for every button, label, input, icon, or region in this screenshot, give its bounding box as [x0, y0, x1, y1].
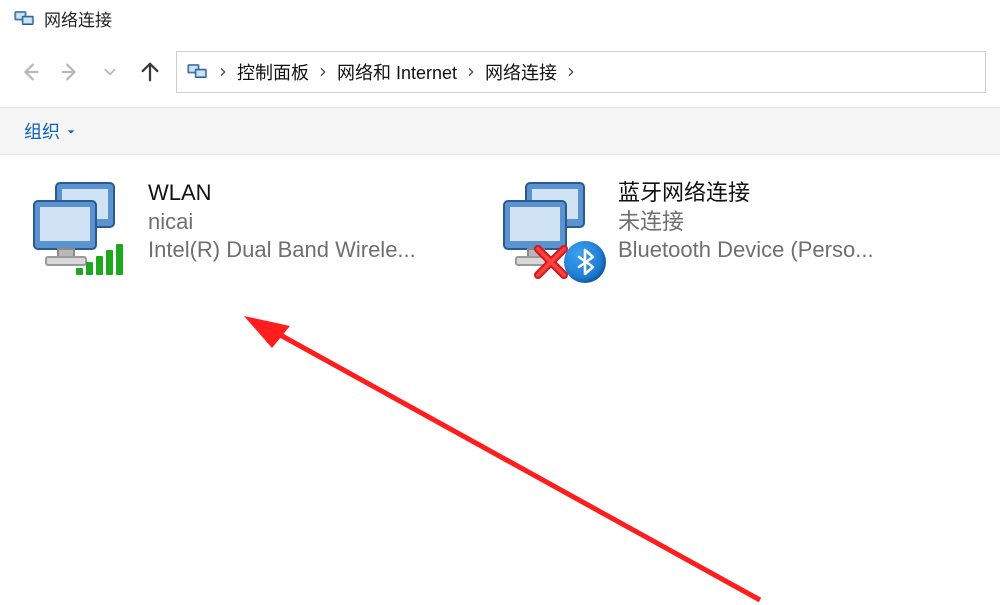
- connection-texts: WLAN nicai Intel(R) Dual Band Wirele...: [148, 179, 416, 265]
- content-area: WLAN nicai Intel(R) Dual Band Wirele...: [0, 155, 1000, 303]
- arrow-right-icon: [59, 61, 81, 83]
- chevron-down-icon: [103, 65, 117, 79]
- chevron-right-icon[interactable]: [463, 65, 479, 79]
- caret-down-icon: [66, 121, 76, 142]
- connection-device: Intel(R) Dual Band Wirele...: [148, 236, 416, 265]
- connection-status: nicai: [148, 208, 416, 237]
- chevron-right-icon[interactable]: [315, 65, 331, 79]
- network-adapter-icon: [26, 179, 130, 279]
- window-titlebar: 网络连接: [0, 0, 1000, 39]
- organize-menu-button[interactable]: 组织: [16, 112, 84, 150]
- connection-status: 未连接: [618, 208, 874, 237]
- connection-item-bluetooth[interactable]: 蓝牙网络连接 未连接 Bluetooth Device (Perso...: [490, 173, 930, 285]
- breadcrumb-item[interactable]: 网络和 Internet: [331, 55, 463, 89]
- navigation-bar: 控制面板 网络和 Internet 网络连接: [0, 39, 1000, 107]
- nav-recent-button[interactable]: [96, 58, 124, 86]
- bluetooth-icon: [564, 241, 606, 283]
- address-bar[interactable]: 控制面板 网络和 Internet 网络连接: [176, 51, 986, 93]
- arrow-left-icon: [19, 61, 41, 83]
- wifi-signal-icon: [76, 245, 126, 275]
- connection-device: Bluetooth Device (Perso...: [618, 236, 874, 265]
- breadcrumb-item[interactable]: 控制面板: [231, 55, 315, 89]
- chevron-right-icon[interactable]: [563, 65, 579, 79]
- connection-title: WLAN: [148, 179, 416, 208]
- command-bar: 组织: [0, 107, 1000, 155]
- connections-list: WLAN nicai Intel(R) Dual Band Wirele...: [20, 173, 980, 285]
- network-connections-icon: [14, 8, 36, 30]
- connection-title: 蓝牙网络连接: [618, 179, 874, 208]
- chevron-right-icon[interactable]: [215, 65, 231, 79]
- network-connections-icon: [185, 61, 211, 83]
- organize-label: 组织: [24, 118, 60, 144]
- nav-forward-button[interactable]: [56, 58, 84, 86]
- connection-item-wlan[interactable]: WLAN nicai Intel(R) Dual Band Wirele...: [20, 173, 460, 285]
- arrow-up-icon: [139, 61, 161, 83]
- breadcrumb-item[interactable]: 网络连接: [479, 55, 563, 89]
- network-adapter-icon: [496, 179, 600, 279]
- nav-up-button[interactable]: [136, 58, 164, 86]
- window-title: 网络连接: [44, 6, 112, 31]
- nav-back-button[interactable]: [16, 58, 44, 86]
- connection-texts: 蓝牙网络连接 未连接 Bluetooth Device (Perso...: [618, 179, 874, 265]
